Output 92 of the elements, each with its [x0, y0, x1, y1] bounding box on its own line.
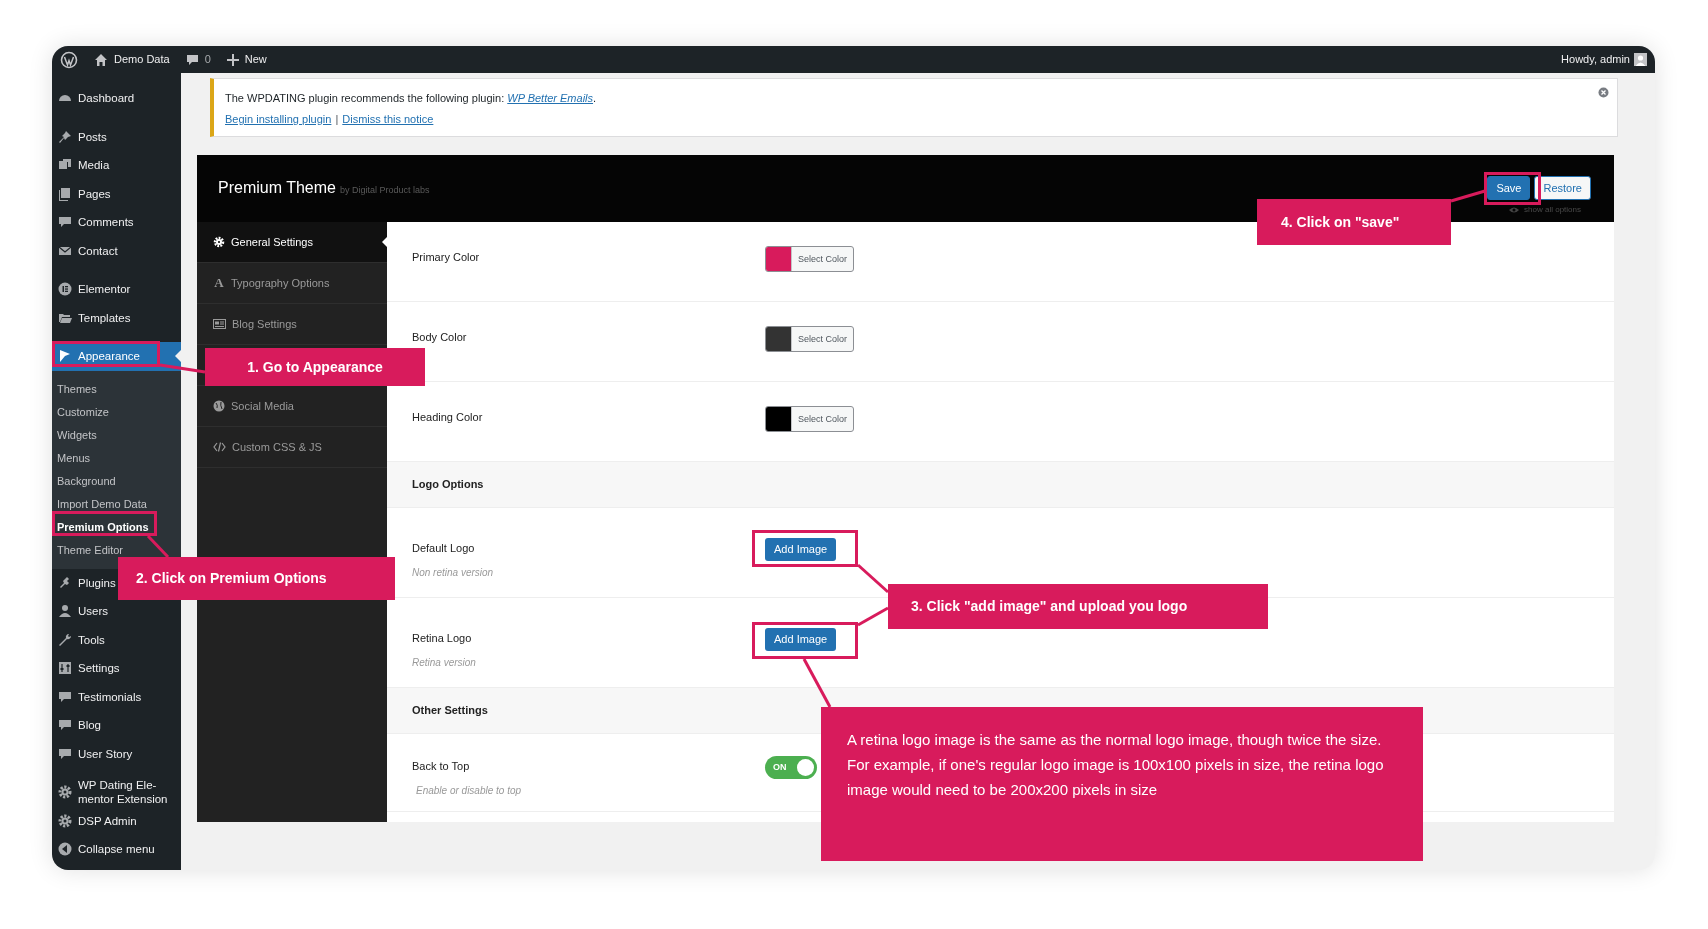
color-picker-button[interactable]: Select Color — [765, 326, 855, 352]
leader-line — [857, 606, 889, 627]
submenu-item[interactable]: Premium Options — [57, 515, 149, 539]
pointer-arrow-icon — [175, 350, 181, 362]
setting-hint: Non retina version — [412, 565, 495, 580]
submenu-item[interactable]: Menus — [57, 446, 91, 470]
sidebar-item[interactable]: Collapse menu — [52, 835, 155, 864]
add-image-button[interactable]: Add Image — [765, 538, 837, 561]
setting-label: Heading Color — [412, 410, 484, 425]
sidebar-item[interactable]: Elementor — [52, 275, 131, 304]
section-heading: Logo Options — [412, 477, 484, 493]
setting-label: Default Logo — [412, 541, 476, 556]
submenu-item[interactable]: Themes — [57, 377, 97, 401]
sidebar-item[interactable]: Testimonials — [52, 682, 142, 711]
setting-label: Retina Logo — [412, 631, 473, 646]
color-picker-button[interactable]: Select Color — [765, 246, 855, 272]
highlight-frame — [1484, 172, 1541, 205]
sidebar-item[interactable]: Settings — [52, 654, 120, 683]
person-icon — [57, 603, 73, 620]
sidebar-item[interactable]: WP Dating Ele-mentor Extension — [52, 778, 174, 807]
note-callout: A retina logo image is the same as the normal logo image, though twice the size. For example, if one's regular logo image is 100x100 pixels in size, the retina logo image would need to be 200x200 pixels in size — [821, 707, 1423, 861]
setting-label: Body Color — [412, 330, 468, 345]
section-heading: Other Settings — [412, 703, 488, 719]
submenu-item[interactable]: Customize — [57, 400, 109, 424]
setting-label: Primary Color — [412, 250, 481, 265]
submenu-item[interactable]: Widgets — [57, 423, 97, 447]
gear-icon — [57, 784, 73, 801]
setting-label: Back to Top — [412, 759, 471, 774]
circle-logo-icon — [57, 281, 73, 298]
byline-text: by Digital Product labs — [339, 184, 430, 197]
sliders-icon — [57, 660, 73, 677]
settings-tab[interactable]: General Settings — [197, 222, 387, 263]
step-callout: 2. Click on Premium Options — [118, 557, 395, 600]
sidebar-item[interactable]: Contact — [52, 236, 118, 265]
submenu-item[interactable]: Background — [57, 469, 116, 493]
sidebar-item[interactable]: Tools — [52, 625, 105, 654]
sidebar-item[interactable]: Media — [52, 151, 110, 180]
leader-line — [159, 363, 206, 374]
panel-title: Premium Theme — [218, 178, 336, 198]
settings-tab[interactable]: Custom CSS & JS — [197, 427, 387, 468]
step-callout: 3. Click "add image" and upload you logo — [888, 584, 1268, 629]
dismiss-icon[interactable] — [1598, 87, 1609, 98]
sidebar-item[interactable]: User Story — [52, 739, 133, 768]
add-image-button[interactable]: Add Image — [765, 628, 837, 651]
gear-icon — [213, 236, 225, 248]
greeting-link[interactable]: Howdy, admin — [1561, 51, 1630, 68]
sidebar-item[interactable]: Plugins — [52, 568, 116, 597]
separator-text: | — [335, 112, 339, 126]
header-button[interactable]: Restore — [1534, 176, 1591, 200]
notice-action-link[interactable]: Dismiss this notice — [342, 112, 434, 126]
collapse-icon — [57, 841, 73, 858]
site-name-link[interactable]: Demo Data — [114, 51, 170, 68]
submenu-item[interactable]: Import Demo Data — [57, 492, 147, 516]
typography-icon: A — [213, 273, 225, 293]
new-link[interactable]: New — [244, 51, 267, 68]
sidebar-item[interactable]: Users — [52, 597, 109, 626]
setting-hint: Retina version — [412, 655, 477, 670]
home-icon — [94, 52, 108, 67]
avatar-icon — [1634, 53, 1647, 66]
leader-line — [857, 563, 889, 594]
eye-icon — [1508, 205, 1521, 215]
sidebar-item[interactable]: Posts — [52, 122, 107, 151]
notice-action-link[interactable]: Begin installing plugin — [225, 112, 332, 126]
notice-message: The WPDATING plugin recommends the following plugin: WP Better Emails. — [225, 91, 597, 105]
newspaper-icon — [213, 318, 226, 330]
speech-bubble-icon — [185, 53, 199, 66]
sidebar-item[interactable]: Blog — [52, 711, 102, 740]
pin-icon — [57, 128, 73, 145]
code-icon — [213, 441, 226, 453]
sidebar-item[interactable]: DSP Admin — [52, 806, 137, 835]
leader-line — [146, 534, 170, 559]
wordpress-logo-icon — [60, 50, 78, 69]
header-button[interactable]: Save — [1487, 176, 1531, 200]
step-callout: 4. Click on "save" — [1257, 199, 1451, 245]
step-callout: 1. Go to Appearance — [205, 348, 425, 386]
gear-icon — [57, 812, 73, 829]
pages-icon — [57, 185, 73, 202]
comment-count[interactable]: 0 — [204, 51, 211, 68]
leader-line — [802, 658, 832, 708]
color-picker-button[interactable]: Select Color — [765, 406, 855, 432]
plus-icon — [226, 53, 239, 66]
settings-tab[interactable]: A Typography Options — [197, 263, 387, 304]
sidebar-item[interactable]: Pages — [52, 179, 111, 208]
setting-hint: Enable or disable to top — [415, 783, 523, 798]
leader-line — [1450, 189, 1486, 203]
sidebar-item[interactable]: Templates — [52, 303, 131, 332]
sidebar-item[interactable]: Comments — [52, 208, 134, 237]
pointer-arrow-icon — [382, 237, 387, 247]
sidebar-item[interactable]: Dashboard — [52, 84, 135, 113]
close-icon — [1598, 87, 1609, 98]
globe-icon — [213, 400, 225, 412]
wrench-icon — [57, 631, 73, 648]
